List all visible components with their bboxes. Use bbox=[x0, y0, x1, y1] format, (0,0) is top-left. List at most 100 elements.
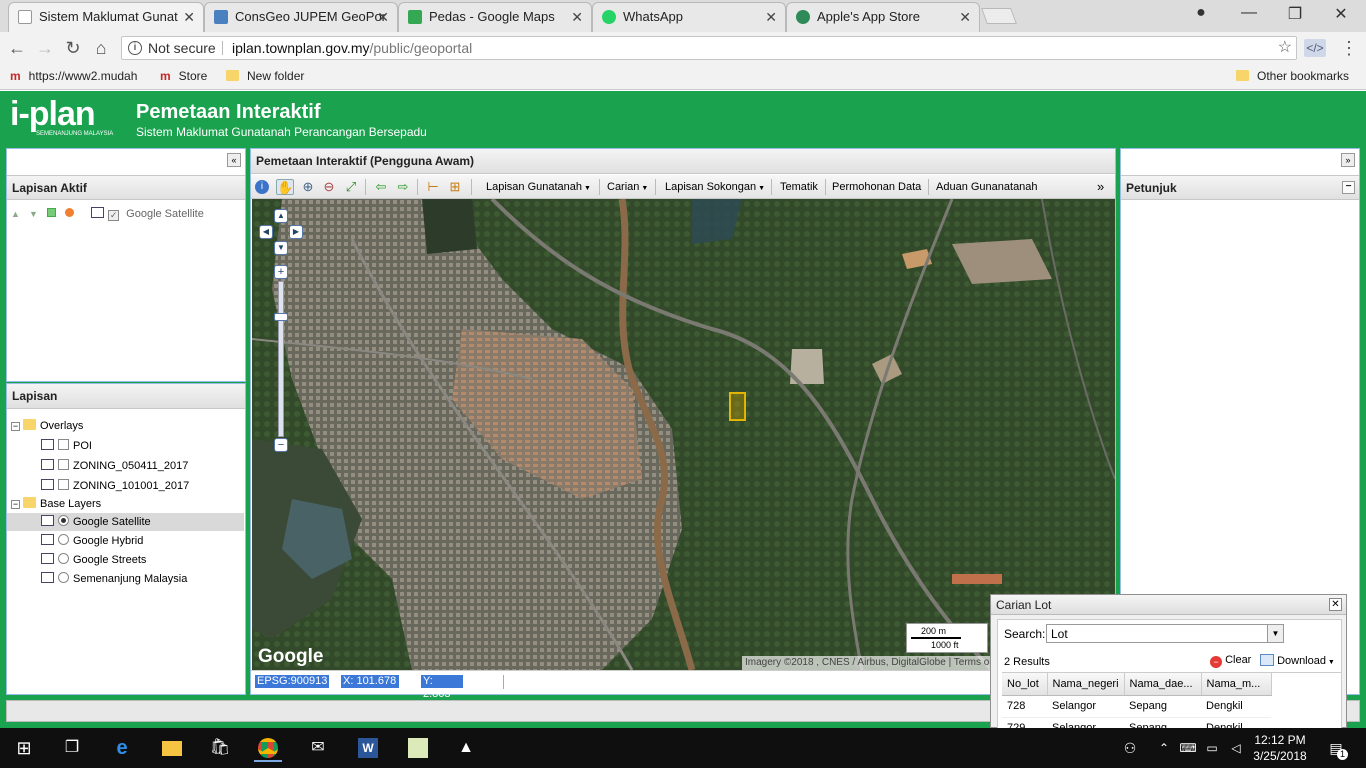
menu-lapisan-gunatanah[interactable]: Lapisan Gunatanah ▼ bbox=[486, 177, 591, 197]
bookmark-item[interactable]: m https://www2.mudah bbox=[10, 69, 137, 83]
pan-left-button[interactable]: ◀ bbox=[259, 225, 273, 239]
pan-right-button[interactable]: ▶ bbox=[289, 225, 303, 239]
window-close-icon[interactable]: ✕ bbox=[1326, 4, 1356, 24]
photos-icon[interactable]: ▲ bbox=[452, 734, 480, 762]
bookmark-star-icon[interactable]: ☆ bbox=[1278, 37, 1292, 59]
pan-down-button[interactable]: ▼ bbox=[274, 241, 288, 255]
home-icon[interactable]: ⌂ bbox=[90, 37, 112, 59]
carian-close-icon[interactable]: ✕ bbox=[1329, 598, 1342, 611]
edge-icon[interactable]: e bbox=[108, 734, 136, 762]
extension-icon[interactable]: </> bbox=[1304, 39, 1326, 57]
previous-view-icon[interactable]: ⇦ bbox=[372, 179, 390, 195]
browser-tab[interactable]: Sistem Maklumat Gunat ✕ bbox=[8, 2, 204, 32]
menu-carian[interactable]: Carian ▼ bbox=[607, 177, 648, 197]
measure-length-icon[interactable]: ⊢ bbox=[424, 179, 442, 195]
tree-layer-poi[interactable]: POI bbox=[41, 437, 92, 455]
collapse-icon[interactable]: − bbox=[11, 500, 20, 509]
collapse-right-button[interactable]: » bbox=[1341, 153, 1355, 167]
reload-icon[interactable]: ↻ bbox=[62, 37, 84, 59]
word-icon[interactable]: W bbox=[354, 734, 382, 762]
zoom-in-button[interactable]: + bbox=[274, 265, 288, 279]
column-header[interactable]: Nama_m... bbox=[1201, 673, 1272, 696]
active-layer-row[interactable]: ▲ ▼ ✓ Google Satellite bbox=[11, 205, 204, 223]
minimize-icon[interactable]: — bbox=[1234, 4, 1264, 22]
tree-base-google-satellite[interactable]: Google Satellite bbox=[7, 513, 244, 531]
download-button[interactable]: Download ▼ bbox=[1260, 654, 1335, 667]
clear-button[interactable]: − Clear bbox=[1210, 654, 1251, 668]
tree-folder-overlays[interactable]: − Overlays bbox=[11, 417, 83, 435]
link-tematik[interactable]: Tematik bbox=[780, 177, 818, 197]
collapse-left-button[interactable]: « bbox=[227, 153, 241, 167]
zoom-extent-icon[interactable]: ⤢ bbox=[342, 179, 360, 195]
link-permohonan-data[interactable]: Permohonan Data bbox=[832, 177, 921, 197]
people-icon[interactable]: ⚇ bbox=[1116, 734, 1144, 762]
next-view-icon[interactable]: ⇨ bbox=[394, 179, 412, 195]
tab-close-icon[interactable]: ✕ bbox=[183, 3, 195, 31]
pan-tool-icon[interactable]: ✋ bbox=[276, 179, 294, 195]
bookmark-item[interactable]: m Store bbox=[160, 69, 207, 83]
zoom-out-button[interactable]: − bbox=[274, 438, 288, 452]
collapse-icon[interactable]: − bbox=[11, 422, 20, 431]
tree-layer-zoning-101001[interactable]: ZONING_101001_2017 bbox=[41, 477, 189, 495]
other-bookmarks[interactable]: Other bookmarks bbox=[1236, 69, 1349, 83]
browser-tab[interactable]: ConsGeo JUPEM GeoPor ✕ bbox=[204, 2, 398, 32]
layer-checkbox[interactable]: ✓ bbox=[108, 210, 120, 221]
mail-icon[interactable]: ✉ bbox=[304, 734, 332, 762]
profile-icon[interactable]: ● bbox=[1186, 4, 1216, 22]
move-down-icon[interactable]: ▼ bbox=[29, 209, 38, 219]
layer-checkbox[interactable] bbox=[58, 459, 69, 470]
base-layer-radio[interactable] bbox=[58, 572, 69, 583]
tab-close-icon[interactable]: ✕ bbox=[959, 3, 971, 31]
base-layer-radio[interactable] bbox=[58, 515, 69, 526]
move-up-icon[interactable]: ▲ bbox=[11, 209, 20, 219]
tree-base-google-streets[interactable]: Google Streets bbox=[41, 551, 146, 569]
task-view-icon[interactable]: ❐ bbox=[58, 734, 86, 762]
windows-start-icon[interactable]: ⊞ bbox=[10, 734, 38, 762]
base-layer-radio[interactable] bbox=[58, 553, 69, 564]
combobox-arrow-icon[interactable]: ▼ bbox=[1267, 625, 1283, 642]
iplan-taskbar-icon[interactable] bbox=[404, 734, 432, 762]
measure-area-icon[interactable]: ⊞ bbox=[446, 179, 464, 195]
address-bar[interactable]: i Not secure iplan.townplan.gov.my/publi… bbox=[121, 36, 1297, 60]
browser-tab[interactable]: Pedas - Google Maps ✕ bbox=[398, 2, 592, 32]
terms-link[interactable]: Terms o bbox=[954, 657, 990, 668]
table-row[interactable]: 728 Selangor Sepang Dengkil bbox=[1002, 695, 1272, 718]
forward-icon[interactable]: → bbox=[34, 37, 56, 59]
legend-collapse-icon[interactable]: − bbox=[1342, 181, 1355, 194]
column-header[interactable]: No_lot bbox=[1002, 673, 1048, 696]
back-icon[interactable]: ← bbox=[6, 37, 28, 59]
layer-checkbox[interactable] bbox=[58, 479, 69, 490]
zoom-out-tool-icon[interactable]: ⊖ bbox=[320, 179, 338, 195]
file-explorer-icon[interactable] bbox=[158, 734, 186, 762]
layer-checkbox[interactable] bbox=[58, 439, 69, 450]
menu-icon[interactable]: ⋮ bbox=[1338, 37, 1360, 59]
browser-tab[interactable]: WhatsApp ✕ bbox=[592, 2, 786, 32]
zoom-slider-handle[interactable] bbox=[274, 313, 288, 321]
tree-layer-zoning-050411[interactable]: ZONING_050411_2017 bbox=[41, 457, 188, 475]
tab-close-icon[interactable]: ✕ bbox=[377, 3, 389, 31]
layer-properties-icon[interactable] bbox=[46, 208, 56, 217]
volume-icon[interactable]: ◁ bbox=[1222, 734, 1250, 762]
chrome-taskbar-icon[interactable] bbox=[254, 734, 282, 762]
tab-close-icon[interactable]: ✕ bbox=[765, 3, 777, 31]
search-combobox[interactable]: Lot ▼ bbox=[1046, 624, 1284, 643]
link-aduan-gunanatanah[interactable]: Aduan Gunanatanah bbox=[936, 177, 1038, 197]
new-tab-button[interactable] bbox=[981, 8, 1017, 24]
clock[interactable]: 12:12 PM 3/25/2018 bbox=[1248, 732, 1312, 764]
zoom-in-tool-icon[interactable]: ⊕ bbox=[299, 179, 317, 195]
store-taskbar-icon[interactable]: 🛍 bbox=[206, 734, 234, 762]
zoom-slider-track[interactable] bbox=[278, 281, 284, 437]
menu-lapisan-sokongan[interactable]: Lapisan Sokongan ▼ bbox=[665, 177, 765, 197]
base-layer-radio[interactable] bbox=[58, 534, 69, 545]
tree-folder-base-layers[interactable]: − Base Layers bbox=[11, 495, 101, 513]
tab-close-icon[interactable]: ✕ bbox=[571, 3, 583, 31]
pan-up-button[interactable]: ▲ bbox=[274, 209, 288, 223]
info-tool-icon[interactable]: i bbox=[255, 180, 269, 194]
column-header[interactable]: Nama_negeri bbox=[1047, 673, 1125, 696]
remove-layer-icon[interactable] bbox=[65, 208, 75, 217]
bookmark-item[interactable]: New folder bbox=[226, 69, 304, 83]
restore-icon[interactable]: ❐ bbox=[1280, 4, 1310, 24]
browser-tab[interactable]: Apple's App Store ✕ bbox=[786, 2, 980, 32]
toolbar-overflow-icon[interactable]: » bbox=[1097, 177, 1104, 197]
satellite-map[interactable]: ▲ ◀ ▶ ▼ + − Google Imagery ©2018 , CNES … bbox=[252, 199, 1115, 670]
